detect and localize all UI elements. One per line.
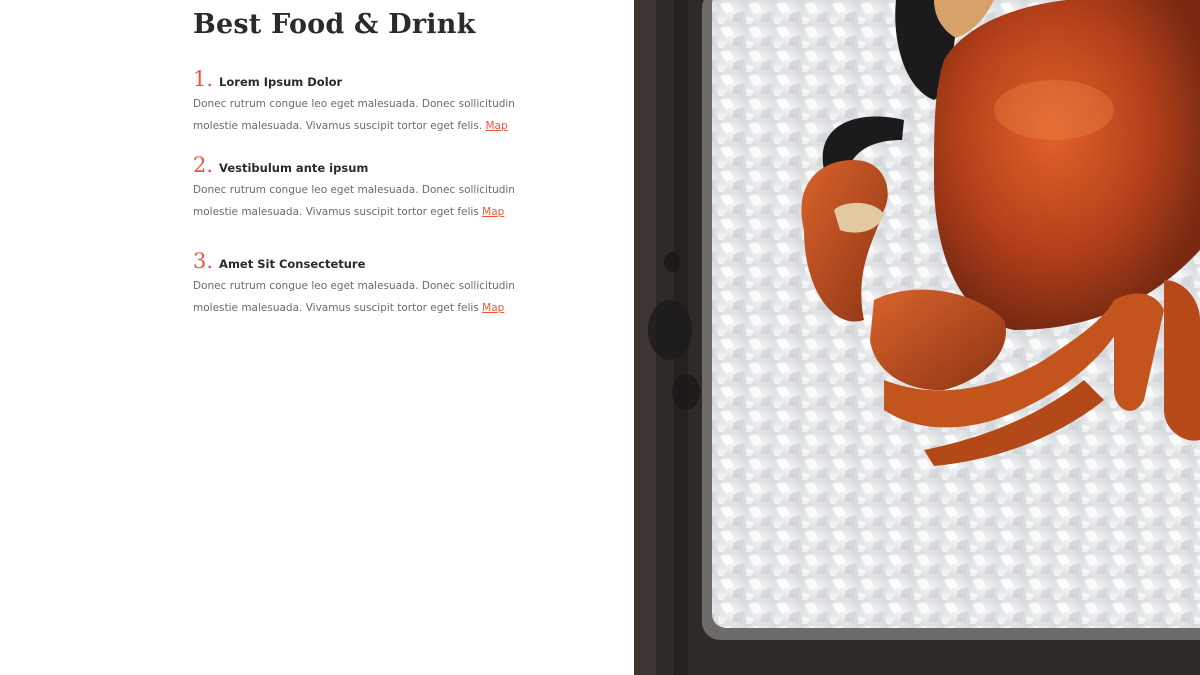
item-title: Vestibulum ante ipsum [219,161,369,175]
item-header: 1. Lorem Ipsum Dolor [193,66,573,92]
item-description: Donec rutrum congue leo eget malesuada. … [193,94,553,137]
list-item: 2. Vestibulum ante ipsum Donec rutrum co… [193,152,573,223]
map-link[interactable]: Map [482,206,504,218]
item-description-text: Donec rutrum congue leo eget malesuada. … [193,98,515,132]
item-title: Amet Sit Consecteture [219,257,366,271]
item-description-text: Donec rutrum congue leo eget malesuada. … [193,280,515,314]
crab-photo [634,0,1200,675]
list-item: 3. Amet Sit Consecteture Donec rutrum co… [193,248,573,319]
map-link[interactable]: Map [485,120,507,132]
page-title: Best Food & Drink [193,9,476,40]
item-number: 3. [193,249,214,273]
item-description-text: Donec rutrum congue leo eget malesuada. … [193,184,515,218]
list-item: 1. Lorem Ipsum Dolor Donec rutrum congue… [193,66,573,137]
item-header: 3. Amet Sit Consecteture [193,248,573,274]
item-title: Lorem Ipsum Dolor [219,75,343,89]
item-description: Donec rutrum congue leo eget malesuada. … [193,276,553,319]
crab-illustration [634,0,1200,675]
content-panel: Best Food & Drink 1. Lorem Ipsum Dolor D… [0,0,634,675]
item-header: 2. Vestibulum ante ipsum [193,152,573,178]
map-link[interactable]: Map [482,302,504,314]
item-number: 2. [193,153,214,177]
item-description: Donec rutrum congue leo eget malesuada. … [193,180,553,223]
item-number: 1. [193,67,214,91]
